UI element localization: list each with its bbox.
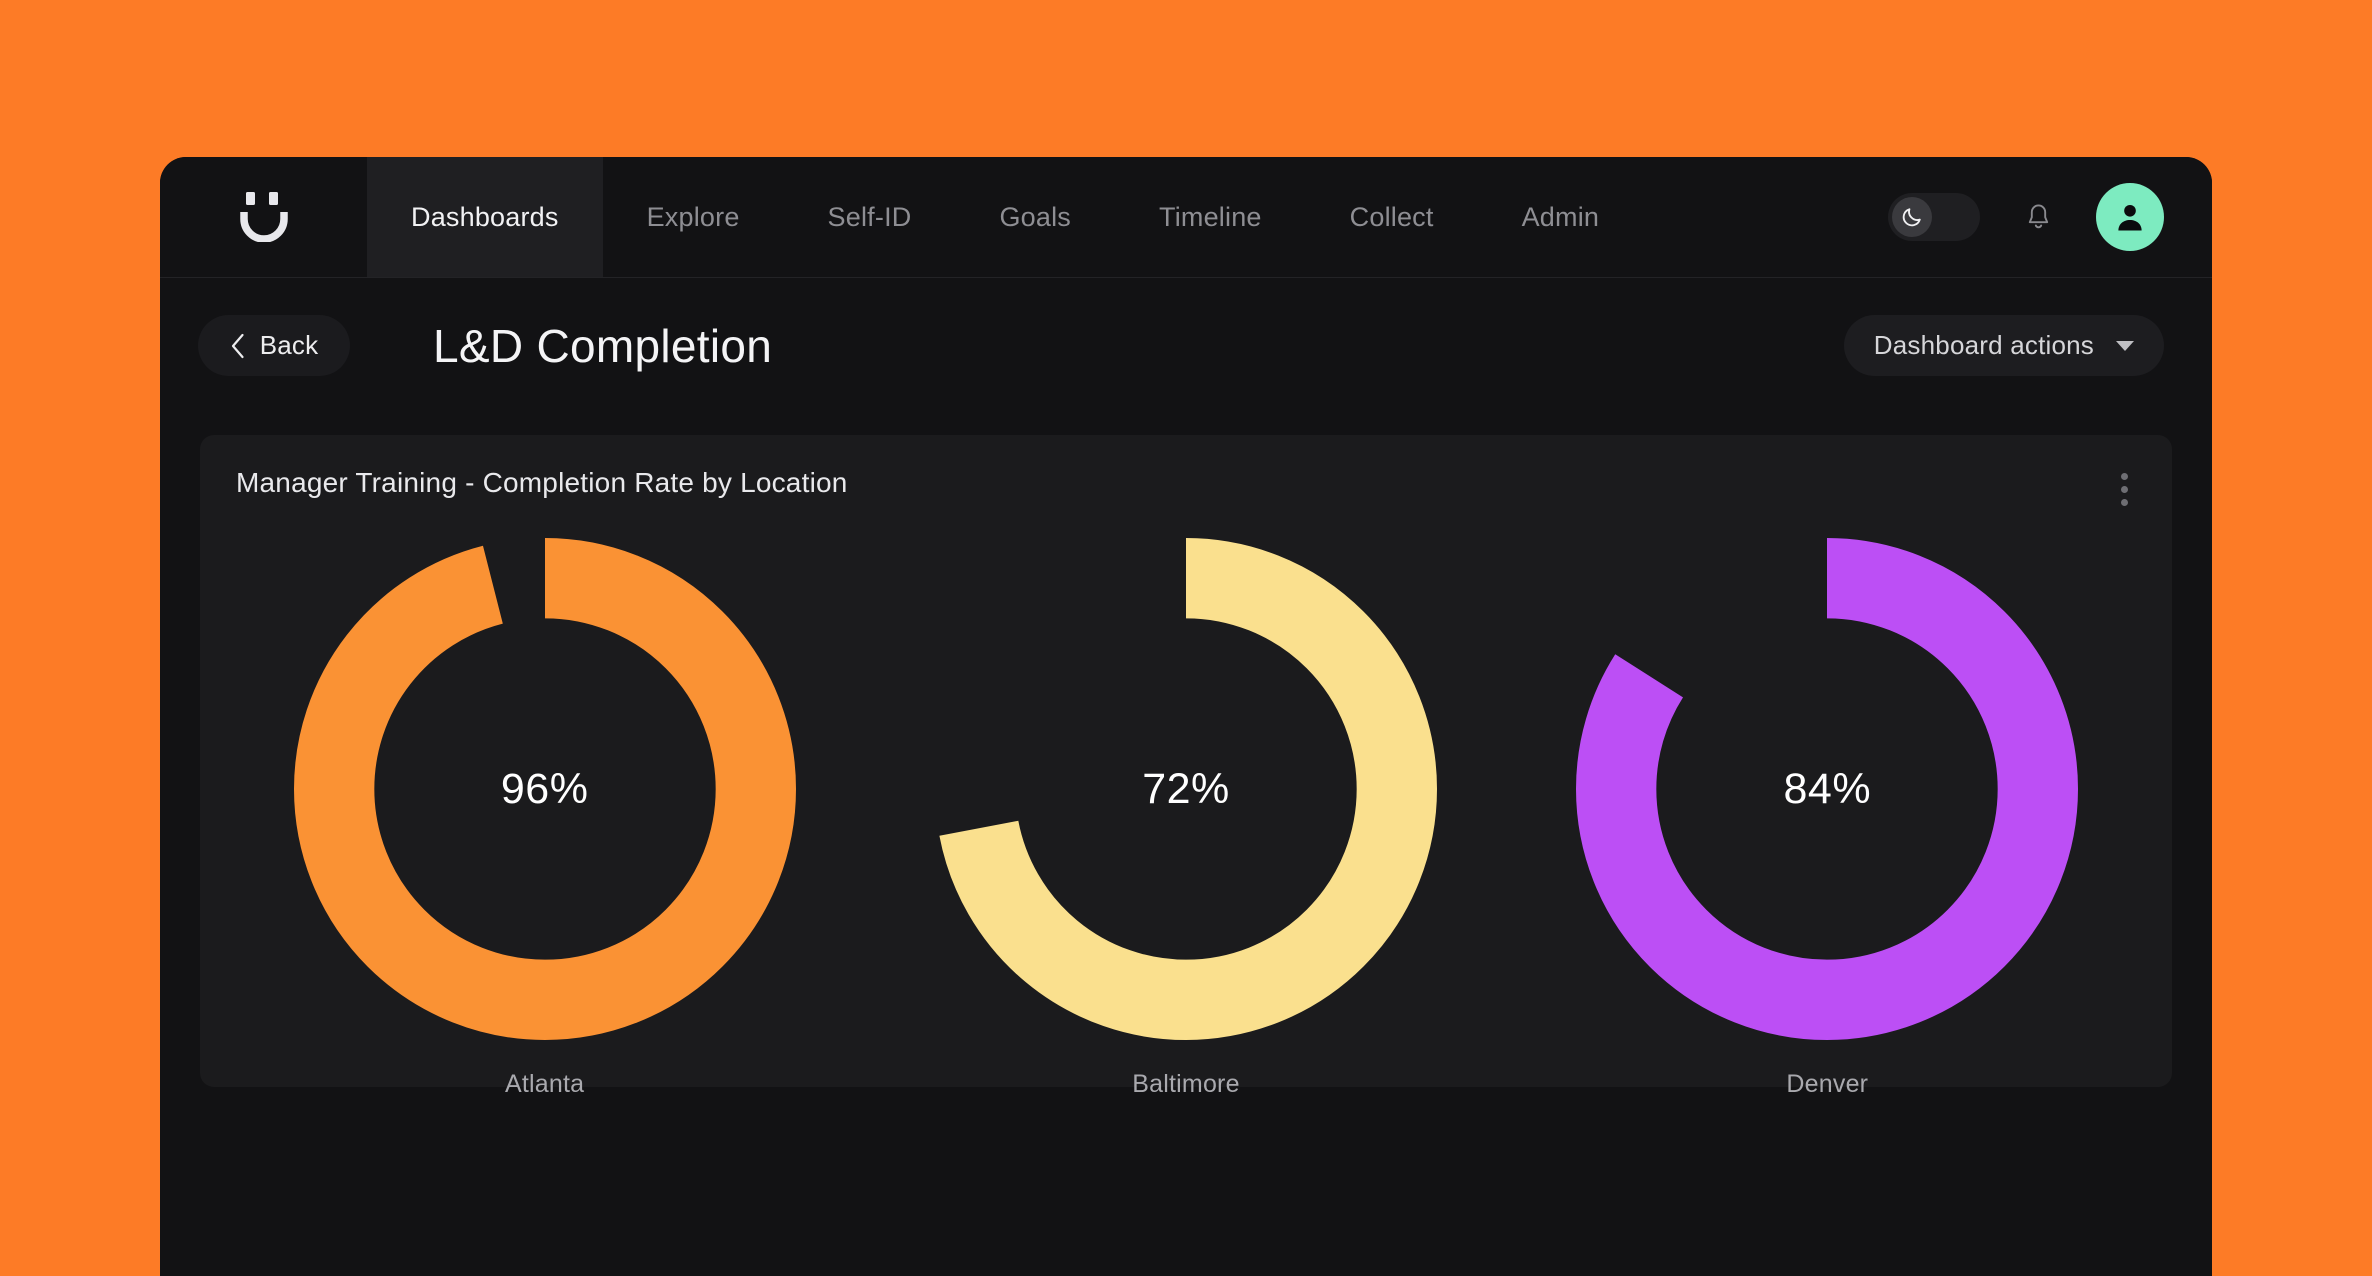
chevron-left-icon — [231, 333, 244, 358]
page-title: L&D Completion — [433, 319, 773, 372]
nav-tab-label: Explore — [646, 201, 740, 232]
donut-chart-denver: 84% Denver — [1527, 538, 2127, 1099]
nav-tab-label: Admin — [1521, 201, 1600, 232]
nav-right-controls — [1888, 157, 2212, 277]
nav-tab-self-id[interactable]: Self-ID — [784, 157, 956, 277]
smiley-face-logo-icon — [239, 192, 288, 242]
donut-label-atlanta: Atlanta — [505, 1070, 585, 1098]
donut-chart-atlanta: 96% Atlanta — [245, 538, 845, 1099]
app-window: Dashboards Explore Self-ID Goals Timelin… — [160, 157, 2212, 1276]
back-button-label: Back — [259, 330, 319, 360]
moon-icon — [1902, 208, 1921, 227]
nav-tab-label: Self-ID — [827, 201, 912, 232]
nav-tab-dashboards[interactable]: Dashboards — [367, 157, 603, 277]
donut-chart-baltimore: 72% Baltimore — [886, 538, 1486, 1099]
donut-graphic: 96% — [293, 538, 796, 1040]
donut-graphic: 72% — [934, 538, 1437, 1040]
avatar[interactable] — [2096, 183, 2164, 251]
nav-tab-explore[interactable]: Explore — [603, 157, 784, 277]
dark-mode-toggle[interactable] — [1888, 193, 1980, 241]
kebab-dot — [2121, 486, 2128, 493]
nav-tab-label: Dashboards — [411, 201, 559, 232]
dashboard-actions-label: Dashboard actions — [1873, 330, 2094, 360]
nav-tab-goals[interactable]: Goals — [955, 157, 1115, 277]
dashboard-actions-button[interactable]: Dashboard actions — [1843, 315, 2164, 376]
bell-icon — [2028, 204, 2048, 228]
donut-graphic: 84% — [1576, 538, 2079, 1040]
donut-value-denver: 84% — [1783, 764, 1872, 813]
page-header: Back L&D Completion Dashboard actions — [160, 278, 2212, 413]
nav-tab-timeline[interactable]: Timeline — [1115, 157, 1306, 277]
kebab-dot — [2121, 499, 2128, 506]
donut-chart-row: 96% Atlanta 72% Baltimore 84% Denver — [200, 512, 2172, 1099]
app-logo[interactable] — [160, 157, 367, 277]
donut-value-atlanta: 96% — [500, 764, 589, 813]
toggle-knob — [1892, 197, 1932, 237]
top-navigation-bar: Dashboards Explore Self-ID Goals Timelin… — [160, 157, 2212, 278]
back-button[interactable]: Back — [198, 315, 350, 376]
kebab-menu-icon[interactable] — [2113, 467, 2136, 512]
nav-tab-admin[interactable]: Admin — [1478, 157, 1644, 277]
nav-tab-list: Dashboards Explore Self-ID Goals Timelin… — [367, 157, 1888, 277]
donut-value-baltimore: 72% — [1142, 764, 1230, 813]
user-icon — [2118, 204, 2142, 231]
nav-tab-label: Timeline — [1159, 201, 1262, 232]
donut-label-baltimore: Baltimore — [1132, 1070, 1240, 1098]
nav-tab-label: Goals — [999, 201, 1072, 232]
nav-tab-label: Collect — [1349, 201, 1434, 232]
donut-label-denver: Denver — [1786, 1070, 1869, 1098]
chevron-down-icon — [2116, 340, 2134, 351]
card-title: Manager Training - Completion Rate by Lo… — [236, 467, 848, 498]
kebab-dot — [2121, 473, 2128, 480]
chart-card: Manager Training - Completion Rate by Lo… — [200, 435, 2172, 1098]
notifications-button[interactable] — [2016, 195, 2060, 239]
card-header: Manager Training - Completion Rate by Lo… — [200, 435, 2172, 512]
nav-tab-collect[interactable]: Collect — [1306, 157, 1478, 277]
